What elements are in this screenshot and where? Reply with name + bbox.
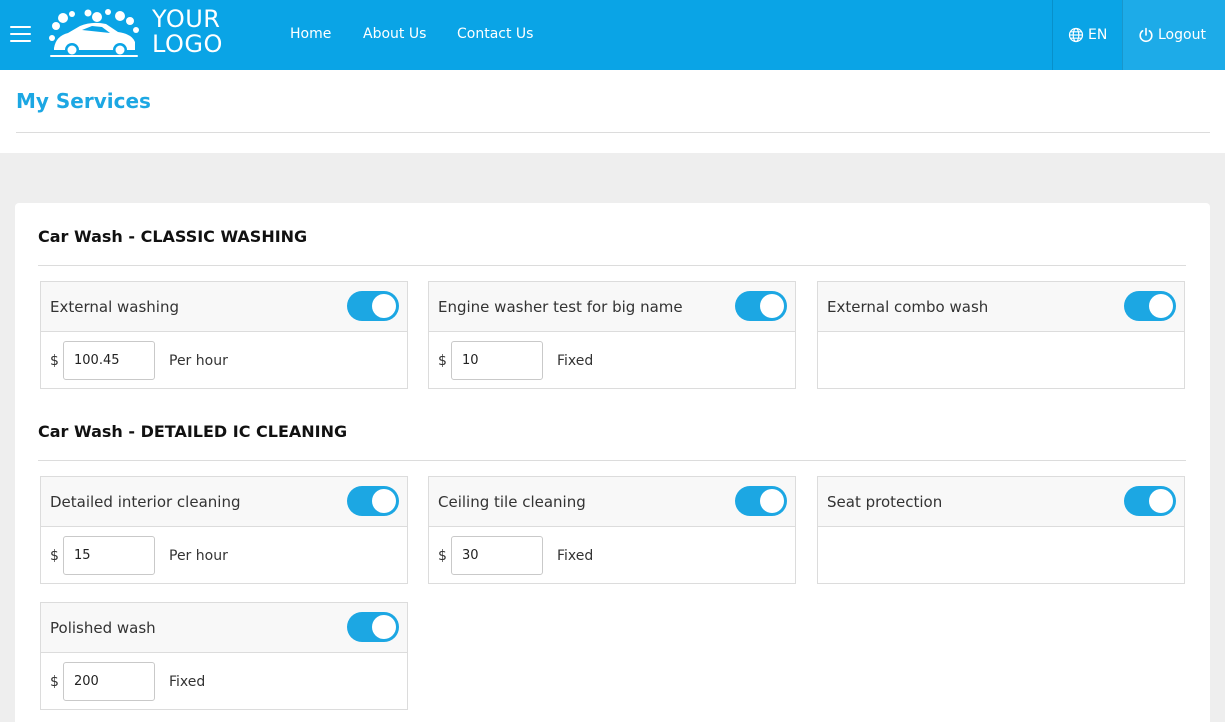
service-toggle[interactable]: [735, 486, 787, 516]
price-input[interactable]: [63, 341, 155, 380]
price-input[interactable]: [63, 536, 155, 575]
nav-contact-link[interactable]: Contact Us: [457, 25, 533, 43]
divider: [38, 265, 1186, 266]
service-name: Engine washer test for big name: [438, 298, 683, 316]
service-toggle[interactable]: [1124, 291, 1176, 321]
top-navbar: YOUR LOGO Home About Us Contact Us EN Lo…: [0, 0, 1225, 70]
service-card-body: $ Per hour: [41, 332, 407, 390]
service-name: Ceiling tile cleaning: [438, 493, 586, 511]
language-label: EN: [1088, 27, 1108, 43]
currency-symbol: $: [50, 353, 59, 369]
service-card-body: $ Fixed: [41, 653, 407, 711]
price-input[interactable]: [63, 662, 155, 701]
price-unit: Per hour: [169, 548, 228, 564]
divider: [38, 460, 1186, 461]
logo-line-2: LOGO: [152, 30, 223, 58]
section-title-classic-washing: Car Wash - CLASSIC WASHING: [38, 227, 308, 246]
nav-home-link[interactable]: Home: [290, 25, 331, 43]
service-card-body: [818, 332, 1184, 390]
section-title-detailed-ic-cleaning: Car Wash - DETAILED IC CLEANING: [38, 422, 348, 441]
nav-about-link[interactable]: About Us: [363, 25, 426, 43]
service-card-seat-protection: Seat protection: [817, 476, 1185, 584]
currency-symbol: $: [438, 353, 447, 369]
service-card-header: Engine washer test for big name: [429, 282, 795, 332]
price-unit: Fixed: [169, 674, 206, 690]
service-toggle[interactable]: [735, 291, 787, 321]
service-card-header: External combo wash: [818, 282, 1184, 332]
service-card-ceiling-tile-cleaning: Ceiling tile cleaning $ Fixed: [428, 476, 796, 584]
service-name: External washing: [50, 298, 179, 316]
service-card-body: $ Fixed: [429, 527, 795, 585]
price-input[interactable]: [451, 536, 543, 575]
service-name: Seat protection: [827, 493, 943, 511]
service-name: External combo wash: [827, 298, 989, 316]
services-card: Car Wash - CLASSIC WASHING External wash…: [15, 203, 1210, 722]
currency-symbol: $: [50, 674, 59, 690]
car-wash-logo-icon: [49, 9, 139, 57]
price-unit: Fixed: [557, 353, 594, 369]
service-card-engine-washer: Engine washer test for big name $ Fixed: [428, 281, 796, 389]
service-card-polished-wash: Polished wash $ Fixed: [40, 602, 408, 710]
service-card-external-combo-wash: External combo wash: [817, 281, 1185, 389]
price-unit: Fixed: [557, 548, 594, 564]
logout-button[interactable]: Logout: [1122, 0, 1225, 70]
service-toggle[interactable]: [347, 612, 399, 642]
globe-icon: [1068, 27, 1084, 43]
service-card-header: Detailed interior cleaning: [41, 477, 407, 527]
service-name: Detailed interior cleaning: [50, 493, 241, 511]
divider: [16, 132, 1210, 133]
service-card-detailed-interior-cleaning: Detailed interior cleaning $ Per hour: [40, 476, 408, 584]
language-selector[interactable]: EN: [1052, 0, 1122, 70]
logout-label: Logout: [1158, 27, 1206, 43]
service-card-header: Ceiling tile cleaning: [429, 477, 795, 527]
power-icon: [1139, 27, 1153, 43]
service-card-header: Polished wash: [41, 603, 407, 653]
page-header: My Services: [0, 70, 1225, 153]
service-card-external-washing: External washing $ Per hour: [40, 281, 408, 389]
service-toggle[interactable]: [1124, 486, 1176, 516]
logo-line-1: YOUR: [152, 5, 221, 33]
currency-symbol: $: [438, 548, 447, 564]
service-card-header: Seat protection: [818, 477, 1184, 527]
service-card-body: $ Fixed: [429, 332, 795, 390]
page-title: My Services: [16, 89, 151, 113]
service-card-body: [818, 527, 1184, 585]
service-card-body: $ Per hour: [41, 527, 407, 585]
price-input[interactable]: [451, 341, 543, 380]
service-card-header: External washing: [41, 282, 407, 332]
service-toggle[interactable]: [347, 486, 399, 516]
price-unit: Per hour: [169, 353, 228, 369]
currency-symbol: $: [50, 548, 59, 564]
hamburger-menu-icon[interactable]: [10, 26, 31, 43]
service-name: Polished wash: [50, 619, 156, 637]
service-toggle[interactable]: [347, 291, 399, 321]
logo-text[interactable]: YOUR LOGO: [152, 7, 223, 57]
